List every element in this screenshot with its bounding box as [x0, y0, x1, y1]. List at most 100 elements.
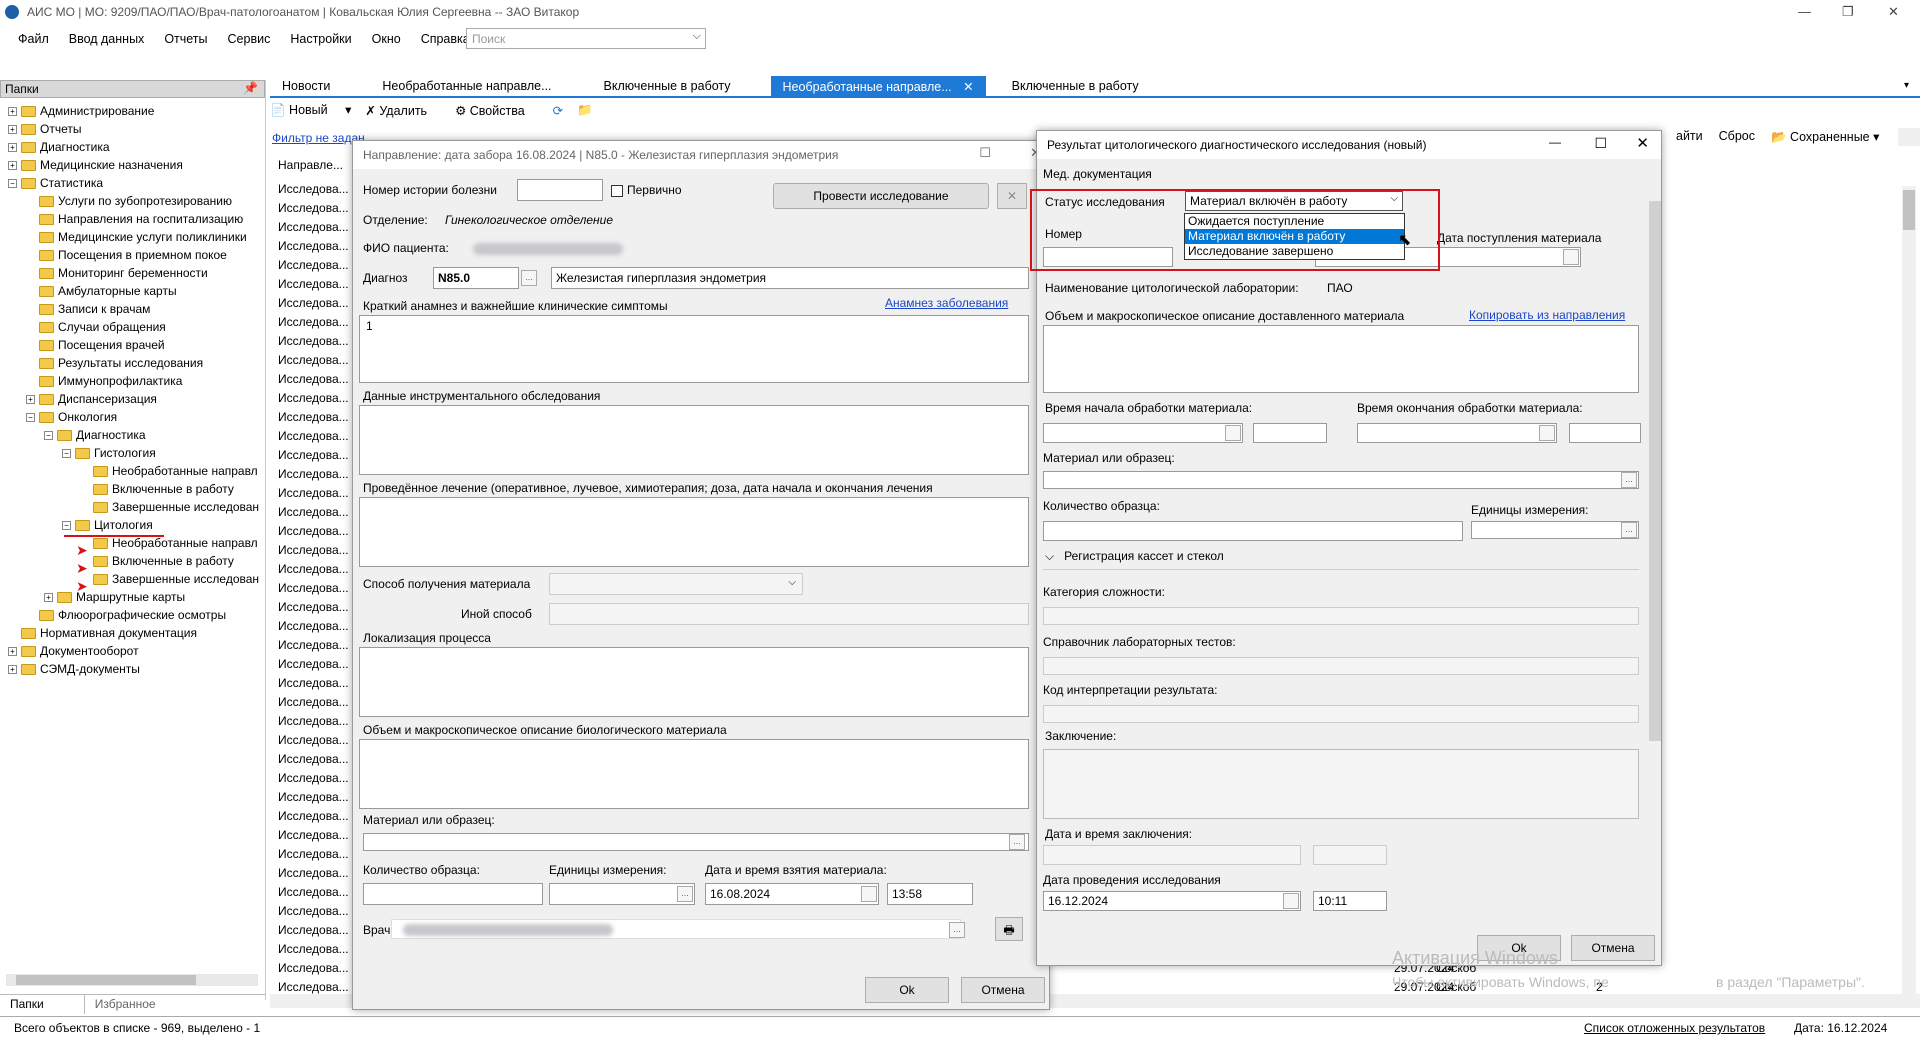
grid-cell[interactable]: Исследова... [278, 771, 349, 791]
tab-unprocessed-1[interactable]: Необработанные направле... [370, 76, 563, 96]
cancel-button[interactable]: Отмена [1571, 935, 1655, 961]
menu-file[interactable]: Файл [8, 32, 59, 46]
grid-cell[interactable]: Исследова... [278, 942, 349, 962]
saved-button[interactable]: 📂 Сохраненные ▾ [1771, 129, 1879, 147]
grid-cell[interactable]: Исследова... [278, 714, 349, 734]
material-input[interactable] [1043, 471, 1639, 489]
tree-item[interactable]: Включенные в работу [80, 480, 234, 498]
menu-input[interactable]: Ввод данных [59, 32, 155, 46]
grid-cell[interactable]: Исследова... [278, 429, 349, 449]
menu-service[interactable]: Сервис [218, 32, 281, 46]
menu-window[interactable]: Окно [362, 32, 411, 46]
delete-button[interactable]: ✗ Удалить [365, 103, 441, 118]
start-time-input[interactable] [1253, 423, 1327, 443]
maximize-icon[interactable]: ❐ [1842, 4, 1854, 20]
tree-item[interactable]: Записи к врачам [26, 300, 150, 318]
start-date-input[interactable] [1043, 423, 1243, 443]
tree-item[interactable]: Посещения в приемном покое [26, 246, 227, 264]
close-icon[interactable]: ✕ [1888, 4, 1899, 20]
grid-cell[interactable]: Исследова... [278, 372, 349, 392]
settings-icon[interactable] [1898, 128, 1920, 146]
grid-cell[interactable]: Исследова... [278, 657, 349, 677]
chevron-down-icon[interactable]: ⌵ [693, 30, 701, 43]
grid-cell[interactable]: Исследова... [278, 353, 349, 373]
expander-icon[interactable]: + [44, 592, 53, 602]
research-date-input[interactable]: 16.12.2024 [1043, 891, 1301, 911]
browse-icon[interactable]: ... [677, 886, 693, 902]
tree-item[interactable]: Посещения врачей [26, 336, 165, 354]
diagnosis-name-input[interactable]: Железистая гиперплазия эндометрия [551, 267, 1029, 289]
grid-cell[interactable]: Исследова... [278, 201, 349, 221]
grid-cell[interactable]: Исследова... [278, 619, 349, 639]
calendar-icon[interactable] [861, 886, 877, 902]
complexity-input[interactable] [1043, 607, 1639, 625]
end-date-input[interactable] [1357, 423, 1557, 443]
tree-item[interactable]: Флюорографические осмотры [26, 606, 226, 624]
instrumental-textarea[interactable] [359, 405, 1029, 475]
interpretation-input[interactable] [1043, 705, 1639, 723]
tree-item[interactable]: Иммунопрофилактика [26, 372, 182, 390]
grid-cell[interactable]: Исследова... [278, 828, 349, 848]
grid-cell[interactable]: Исследова... [278, 220, 349, 240]
clear-icon[interactable]: ✕ [997, 183, 1027, 209]
expander-icon[interactable]: + [8, 142, 17, 152]
grid-cell[interactable]: Исследова... [278, 239, 349, 259]
other-method-input[interactable] [549, 603, 1029, 625]
grid-cell[interactable]: Исследова... [278, 809, 349, 829]
tab-inwork-2[interactable]: Включенные в работу [1000, 76, 1151, 96]
conclusion-time-input[interactable] [1313, 845, 1387, 865]
browse-icon[interactable]: ... [1009, 834, 1025, 850]
minimize-icon[interactable]: — [1549, 135, 1561, 149]
tree-item[interactable]: + Диагностика [8, 138, 110, 156]
diagnosis-code-input[interactable]: N85.0 [433, 267, 519, 289]
volume-textarea[interactable] [1043, 325, 1639, 393]
close-icon[interactable]: ✕ [963, 80, 973, 94]
expander-icon[interactable]: + [8, 124, 17, 134]
grid-cell[interactable]: Исследова... [278, 410, 349, 430]
grid-cell[interactable]: Исследова... [278, 581, 349, 601]
expander-icon[interactable]: − [26, 412, 35, 422]
grid-cell[interactable]: Исследова... [278, 258, 349, 278]
browse-icon[interactable]: ... [949, 922, 965, 938]
tree-item[interactable]: Необработанные направл [80, 462, 258, 480]
grid-scrollbar[interactable] [1902, 186, 1916, 1006]
search-input[interactable]: Поиск ⌵ [466, 28, 706, 49]
cassette-section[interactable]: ⌵ Регистрация кассет и стекол [1045, 549, 1224, 564]
calendar-icon[interactable] [1283, 893, 1299, 909]
tree-item[interactable]: + Администрирование [8, 102, 154, 120]
expander-icon[interactable]: + [8, 646, 17, 656]
tree-item[interactable]: Результаты исследования [26, 354, 203, 372]
grid-cell[interactable]: Исследова... [278, 524, 349, 544]
tree-item[interactable]: Случаи обращения [26, 318, 166, 336]
take-time-input[interactable]: 13:58 [887, 883, 973, 905]
tree-item[interactable]: − Цитология [62, 516, 153, 534]
grid-cell[interactable]: Исследова... [278, 676, 349, 696]
treatment-textarea[interactable] [359, 497, 1029, 567]
tree-item[interactable]: − Статистика [8, 174, 103, 192]
conclusion-textarea[interactable] [1043, 749, 1639, 819]
browse-icon[interactable]: ... [1621, 472, 1637, 488]
minimize-icon[interactable]: — [1798, 4, 1811, 19]
primary-checkbox[interactable]: Первично [611, 183, 682, 197]
grid-cell[interactable]: Исследова... [278, 334, 349, 354]
chevron-down-icon[interactable]: ▾ [1904, 80, 1909, 91]
grid-cell[interactable]: Исследова... [278, 562, 349, 582]
expander-icon[interactable]: + [26, 394, 35, 404]
tree-item[interactable]: − Гистология [62, 444, 156, 462]
grid-cell[interactable]: Исследова... [278, 923, 349, 943]
grid-cell[interactable]: Исследова... [278, 315, 349, 335]
dialog-scrollbar[interactable] [1649, 187, 1661, 921]
tree-item[interactable]: + Документооборот [8, 642, 139, 660]
tab-news[interactable]: Новости [270, 76, 342, 96]
conclusion-date-input[interactable] [1043, 845, 1301, 865]
tree-item[interactable]: − Онкология [26, 408, 117, 426]
expander-icon[interactable]: + [8, 106, 17, 116]
ok-button[interactable]: Ok [865, 977, 949, 1003]
deferred-results-link[interactable]: Список отложенных результатов [1584, 1021, 1765, 1035]
grid-cell[interactable]: Исследова... [278, 752, 349, 772]
grid-cell[interactable]: Исследова... [278, 543, 349, 563]
menu-reports[interactable]: Отчеты [154, 32, 217, 46]
grid-cell[interactable]: Исследова... [278, 885, 349, 905]
history-input[interactable] [517, 179, 603, 201]
tree-item[interactable]: Мониторинг беременности [26, 264, 208, 282]
